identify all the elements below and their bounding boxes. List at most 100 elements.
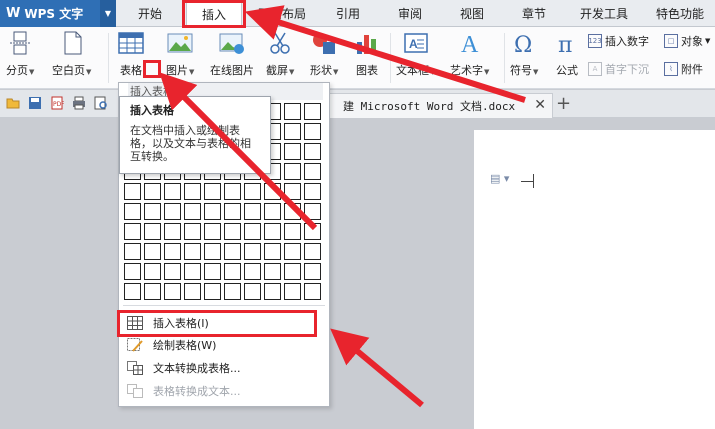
save-icon[interactable] xyxy=(28,96,42,110)
grid-cell[interactable] xyxy=(304,203,321,220)
paragraph-options-icon[interactable]: ▤ ▾ xyxy=(490,172,509,185)
grid-cell[interactable] xyxy=(264,263,281,280)
grid-cell[interactable] xyxy=(304,123,321,140)
table-to-text-menu-item[interactable]: 表格转换成文本... xyxy=(123,380,327,402)
grid-cell[interactable] xyxy=(304,243,321,260)
print-preview-icon[interactable] xyxy=(94,96,108,110)
grid-cell[interactable] xyxy=(244,223,261,240)
grid-cell[interactable] xyxy=(264,203,281,220)
grid-cell[interactable] xyxy=(184,183,201,200)
document-tab[interactable]: 建 Microsoft Word 文档.docx ✕ xyxy=(328,93,553,118)
grid-cell[interactable] xyxy=(224,243,241,260)
grid-cell[interactable] xyxy=(124,183,141,200)
chart-button[interactable]: 图表 xyxy=(354,30,380,78)
grid-cell[interactable] xyxy=(144,283,161,300)
grid-cell[interactable] xyxy=(284,283,301,300)
close-icon[interactable]: ✕ xyxy=(534,97,546,113)
grid-cell[interactable] xyxy=(224,183,241,200)
screenshot-button[interactable]: 截屏▼ xyxy=(266,30,294,78)
plus-icon[interactable]: + xyxy=(556,93,571,114)
textbox-button[interactable]: A 文本框▼ xyxy=(396,30,435,78)
insert-number-button[interactable]: 123 插入数字 xyxy=(588,33,649,49)
tab-special-features[interactable]: 特色功能 xyxy=(648,0,712,27)
table-button[interactable]: 表格 xyxy=(118,30,144,78)
tab-view[interactable]: 视图 xyxy=(448,0,496,27)
grid-cell[interactable] xyxy=(124,283,141,300)
grid-cell[interactable] xyxy=(204,203,221,220)
grid-cell[interactable] xyxy=(224,283,241,300)
grid-cell[interactable] xyxy=(144,203,161,220)
tab-review[interactable]: 审阅 xyxy=(386,0,434,27)
grid-cell[interactable] xyxy=(144,243,161,260)
tab-page-layout[interactable]: 页面布局 xyxy=(250,0,314,27)
attachment-button[interactable]: ⌇ 附件 xyxy=(664,61,703,77)
grid-cell[interactable] xyxy=(284,103,301,120)
page-break-button[interactable]: 分页▼ xyxy=(6,30,34,78)
grid-cell[interactable] xyxy=(244,283,261,300)
print-icon[interactable] xyxy=(72,96,86,110)
grid-cell[interactable] xyxy=(264,223,281,240)
grid-cell[interactable] xyxy=(304,143,321,160)
tab-home[interactable]: 开始 xyxy=(124,0,176,27)
grid-cell[interactable] xyxy=(264,183,281,200)
grid-cell[interactable] xyxy=(244,203,261,220)
grid-cell[interactable] xyxy=(164,283,181,300)
text-to-table-menu-item[interactable]: 文本转换成表格... xyxy=(123,357,327,379)
grid-cell[interactable] xyxy=(284,203,301,220)
grid-cell[interactable] xyxy=(284,143,301,160)
grid-cell[interactable] xyxy=(224,223,241,240)
drop-cap-button[interactable]: A 首字下沉 xyxy=(588,61,649,77)
open-folder-icon[interactable] xyxy=(6,96,20,110)
tab-developer[interactable]: 开发工具 xyxy=(574,0,634,27)
grid-cell[interactable] xyxy=(184,243,201,260)
grid-cell[interactable] xyxy=(204,243,221,260)
chevron-down-icon[interactable]: ▼ xyxy=(100,0,116,27)
grid-cell[interactable] xyxy=(184,263,201,280)
grid-cell[interactable] xyxy=(164,203,181,220)
grid-cell[interactable] xyxy=(124,203,141,220)
grid-cell[interactable] xyxy=(164,263,181,280)
object-button[interactable]: □ 对象 ▼ xyxy=(664,33,710,49)
tab-section[interactable]: 章节 xyxy=(510,0,558,27)
grid-cell[interactable] xyxy=(284,123,301,140)
grid-cell[interactable] xyxy=(284,223,301,240)
symbol-button[interactable]: Ω 符号▼ xyxy=(510,30,538,78)
grid-cell[interactable] xyxy=(304,163,321,180)
grid-cell[interactable] xyxy=(184,203,201,220)
grid-cell[interactable] xyxy=(264,283,281,300)
blank-page-button[interactable]: 空白页▼ xyxy=(52,30,91,78)
grid-cell[interactable] xyxy=(244,183,261,200)
shapes-button[interactable]: 形状▼ xyxy=(310,30,338,78)
grid-cell[interactable] xyxy=(144,223,161,240)
grid-cell[interactable] xyxy=(164,183,181,200)
grid-cell[interactable] xyxy=(304,183,321,200)
grid-cell[interactable] xyxy=(124,243,141,260)
online-picture-button[interactable]: 在线图片 xyxy=(210,30,254,78)
grid-cell[interactable] xyxy=(124,263,141,280)
picture-button[interactable]: 图片▼ xyxy=(166,30,194,78)
grid-cell[interactable] xyxy=(144,263,161,280)
grid-cell[interactable] xyxy=(304,283,321,300)
grid-cell[interactable] xyxy=(224,203,241,220)
draw-table-menu-item[interactable]: 绘制表格(W) xyxy=(123,334,327,356)
grid-cell[interactable] xyxy=(184,283,201,300)
grid-cell[interactable] xyxy=(304,223,321,240)
formula-button[interactable]: π 公式 xyxy=(554,30,580,78)
grid-cell[interactable] xyxy=(204,223,221,240)
grid-cell[interactable] xyxy=(284,183,301,200)
grid-cell[interactable] xyxy=(244,243,261,260)
grid-cell[interactable] xyxy=(284,163,301,180)
grid-cell[interactable] xyxy=(304,263,321,280)
grid-cell[interactable] xyxy=(164,243,181,260)
grid-cell[interactable] xyxy=(124,223,141,240)
grid-cell[interactable] xyxy=(184,223,201,240)
grid-cell[interactable] xyxy=(244,263,261,280)
export-pdf-icon[interactable]: PDF xyxy=(50,96,64,110)
grid-cell[interactable] xyxy=(144,183,161,200)
grid-cell[interactable] xyxy=(204,263,221,280)
grid-cell[interactable] xyxy=(204,283,221,300)
wordart-button[interactable]: A 艺术字▼ xyxy=(450,30,489,78)
grid-cell[interactable] xyxy=(224,263,241,280)
grid-cell[interactable] xyxy=(284,243,301,260)
grid-cell[interactable] xyxy=(164,223,181,240)
